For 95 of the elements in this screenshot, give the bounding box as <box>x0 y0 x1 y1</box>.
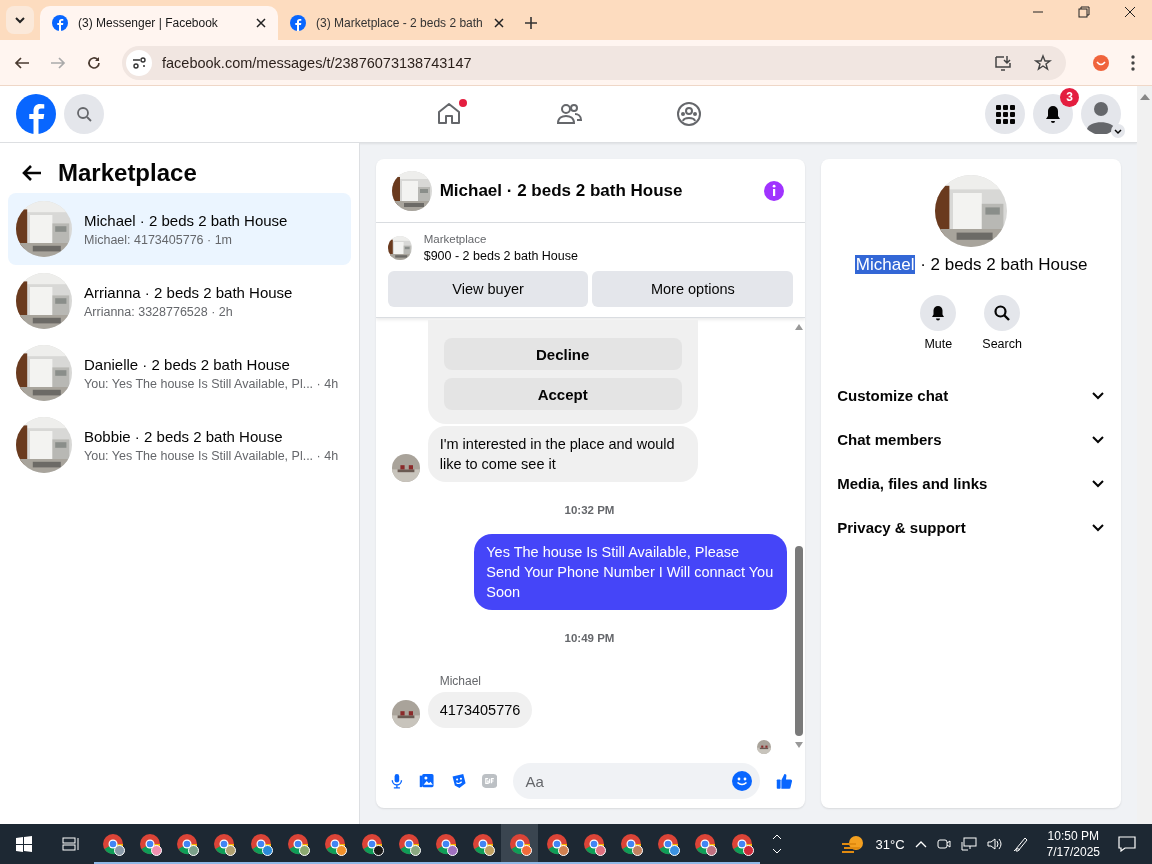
listing-button[interactable]: More options <box>592 271 794 307</box>
sidebar-title: Marketplace <box>58 159 197 187</box>
notification-center-icon[interactable] <box>1118 836 1136 852</box>
windows-icon[interactable] <box>16 836 32 852</box>
clock-time: 10:50 PM <box>1047 829 1099 843</box>
chevron-up-icon[interactable] <box>914 840 927 848</box>
menu-button[interactable] <box>985 94 1025 134</box>
message-preview: You: Yes The house Is Still Available, Pl... · 4h <box>84 448 339 463</box>
back-arrow-icon[interactable] <box>22 164 42 182</box>
notifications-button[interactable] <box>1033 94 1073 134</box>
site-settings-icon[interactable] <box>126 49 152 76</box>
camera-icon[interactable] <box>936 837 951 851</box>
browser-tab[interactable]: (3) Messenger | Facebook <box>40 6 278 40</box>
close-icon[interactable] <box>494 18 504 28</box>
contact-name: Michael <box>854 255 916 274</box>
chat-title: Michael · 2 beds 2 bath House <box>439 180 684 201</box>
facebook-icon <box>52 15 68 31</box>
conversation-item[interactable]: Michael · 2 beds 2 bath House Michael: 4173405776 · 1m <box>8 193 351 265</box>
restore-icon[interactable] <box>1078 6 1090 18</box>
more-icon[interactable] <box>1130 53 1136 72</box>
volume-icon[interactable] <box>986 837 1003 851</box>
listing-price: $900 - 2 beds 2 bath House <box>423 249 578 263</box>
sender-name: Michael <box>439 674 483 688</box>
pen-icon[interactable] <box>1012 836 1029 852</box>
url-text: facebook.com/messages/t/23876073138743147 <box>162 54 473 71</box>
close-icon[interactable] <box>1124 6 1136 18</box>
search-button[interactable] <box>984 295 1021 331</box>
task-view-icon[interactable] <box>62 836 80 852</box>
caret-icon <box>14 14 26 26</box>
action-button[interactable]: Decline <box>443 338 682 370</box>
close-icon[interactable] <box>256 18 266 28</box>
listing-title: · 2 beds 2 bath House <box>919 255 1088 274</box>
mute-button[interactable] <box>920 295 957 331</box>
person-icon <box>1081 94 1121 134</box>
listing-source: Marketplace <box>423 233 488 245</box>
tab-title: (3) Marketplace - 2 beds 2 bath <box>316 16 484 30</box>
facebook-icon <box>290 15 306 31</box>
sticker-icon[interactable] <box>450 771 467 791</box>
network-icon[interactable] <box>960 837 977 851</box>
conversation-title: Arrianna · 2 beds 2 bath House <box>84 283 293 301</box>
conversation-item[interactable]: Danielle · 2 beds 2 bath House You: Yes The house Is Still Available, Pl... · 4h <box>8 337 351 409</box>
scrollbar-thumb[interactable] <box>795 546 804 736</box>
weather-icon[interactable] <box>839 834 866 854</box>
action-label: Mute <box>924 337 953 351</box>
tab-title: (3) Messenger | Facebook <box>78 16 219 30</box>
group-icon <box>674 100 703 128</box>
temperature: 31°C <box>875 836 905 852</box>
message-field[interactable]: Aa <box>513 763 761 799</box>
message-bubble: I'm interested in the place and would like to come see it <box>427 426 698 482</box>
conversation-item[interactable]: Arrianna · 2 beds 2 bath House Arrianna: 3328776528 · 2h <box>8 265 351 337</box>
conversation-title: Michael · 2 beds 2 bath House <box>84 211 288 229</box>
grid-icon <box>995 104 1015 124</box>
action-label: Search <box>982 337 1022 351</box>
conversation-title: Danielle · 2 beds 2 bath House <box>84 355 291 373</box>
reload-icon[interactable] <box>86 54 102 71</box>
search-icon <box>76 106 92 122</box>
timestamp: 10:49 PM <box>563 632 616 644</box>
browser-tab[interactable]: (3) Marketplace - 2 beds 2 bath <box>278 6 516 40</box>
back-icon[interactable] <box>14 54 30 71</box>
gif-icon <box>482 772 498 790</box>
section-header[interactable]: Chat members <box>821 417 1121 461</box>
section-header[interactable]: Privacy & support <box>821 505 1121 549</box>
caret-icon <box>1111 124 1125 138</box>
clock-date: 7/17/2025 <box>1046 845 1100 859</box>
bell-icon <box>1043 104 1063 124</box>
section-header[interactable]: Customize chat <box>821 373 1121 417</box>
message-preview: Michael: 4173405776 · 1m <box>84 232 233 247</box>
notification-dot <box>458 99 467 107</box>
section-header[interactable]: Media, files and links <box>821 461 1121 505</box>
facebook-logo[interactable] <box>16 94 56 134</box>
conversation-item[interactable]: Bobbie · 2 beds 2 bath House You: Yes The house Is Still Available, Pl... · 4h <box>8 409 351 481</box>
star-icon[interactable] <box>1034 53 1052 72</box>
notification-badge: 3 <box>1060 88 1079 107</box>
action-button[interactable]: Accept <box>443 378 682 410</box>
address-bar[interactable]: facebook.com/messages/t/23876073138743147 <box>122 45 1066 80</box>
message-preview: Arrianna: 3328776528 · 2h <box>84 304 234 319</box>
message-bubble: 4173405776 <box>427 692 533 728</box>
search-icon <box>993 304 1012 322</box>
listing-button[interactable]: View buyer <box>387 271 589 307</box>
taskbar-app[interactable] <box>501 824 538 864</box>
tab-list-button[interactable] <box>6 6 34 34</box>
scroll-down-icon[interactable] <box>772 848 782 855</box>
timestamp: 10:32 PM <box>563 504 616 516</box>
install-icon[interactable] <box>994 53 1012 72</box>
info-icon[interactable] <box>763 179 786 202</box>
conversation-title: Bobbie · 2 beds 2 bath House <box>84 427 284 445</box>
extension-icon[interactable] <box>1092 53 1110 72</box>
scrollbar[interactable] <box>1137 86 1152 824</box>
scroll-up-icon[interactable] <box>772 833 782 840</box>
plus-icon[interactable] <box>524 16 538 30</box>
forward-icon <box>50 54 66 71</box>
emoji-icon[interactable] <box>732 771 753 791</box>
message-bubble: Yes The house Is Still Available, Please Send Your Phone Number I Will connact You Soon <box>474 534 788 610</box>
microphone-icon[interactable] <box>389 771 404 791</box>
message-preview: You: Yes The house Is Still Available, Pl... · 4h <box>84 376 339 391</box>
